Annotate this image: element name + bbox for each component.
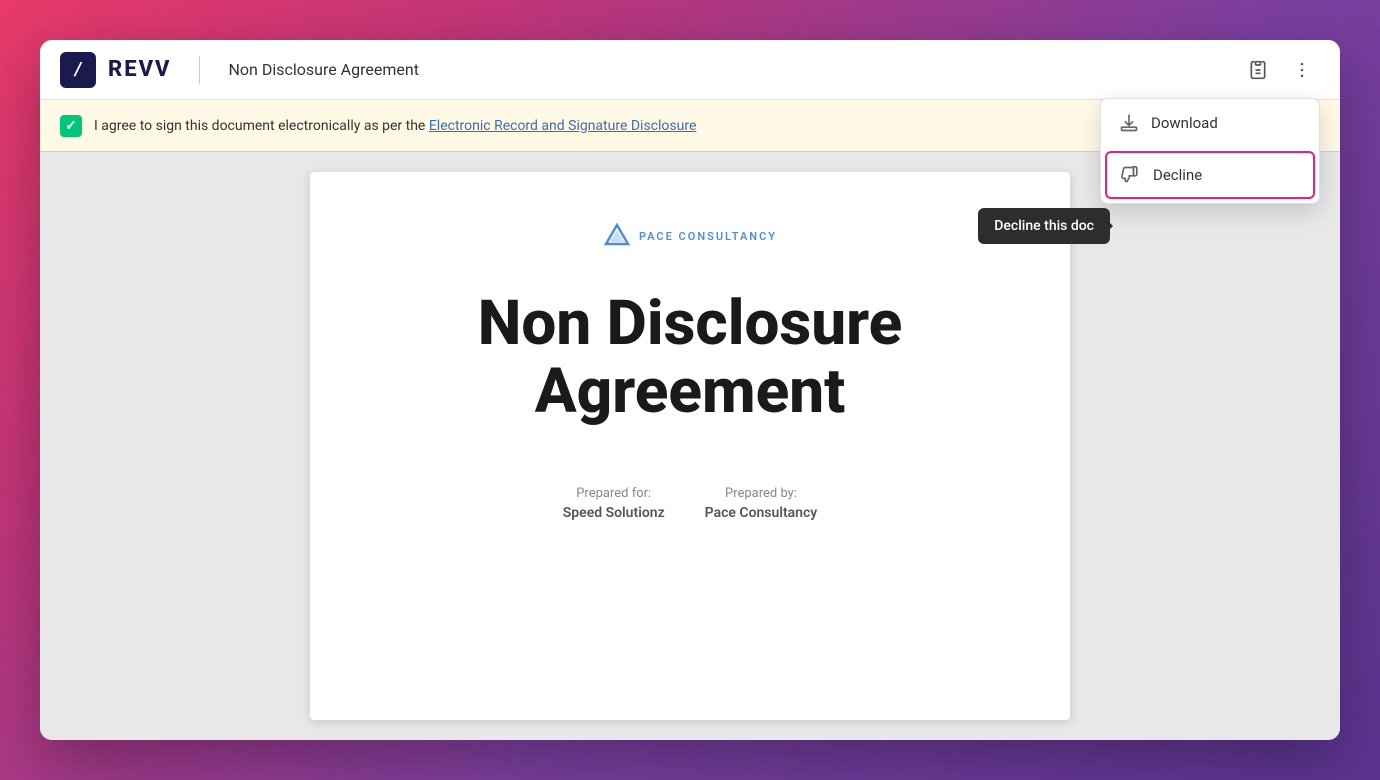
header: / REVV Non Disclosure Agreement	[40, 40, 1340, 100]
main-container: / REVV Non Disclosure Agreement	[40, 40, 1340, 740]
prepared-by-item: Prepared by: Pace Consultancy	[705, 486, 818, 521]
download-menu-item[interactable]: Download	[1101, 99, 1319, 147]
prepared-for-value: Speed Solutionz	[563, 505, 665, 521]
clipboard-icon	[1248, 60, 1268, 80]
agree-checkbox[interactable]	[60, 115, 82, 137]
document-main-title: Non Disclosure Agreement	[478, 290, 902, 426]
download-label: Download	[1151, 114, 1218, 132]
revv-logo-icon: /	[60, 52, 96, 88]
document-title-header: Non Disclosure Agreement	[228, 60, 418, 79]
decline-tooltip: Decline this doc	[978, 208, 1110, 244]
document-area: PACE CONSULTANCY Non Disclosure Agreemen…	[40, 152, 1340, 740]
download-icon	[1119, 113, 1139, 133]
document-page: PACE CONSULTANCY Non Disclosure Agreemen…	[310, 172, 1070, 720]
decline-menu-item[interactable]: Decline	[1105, 151, 1315, 199]
more-dots-icon	[1292, 60, 1312, 80]
document-meta: Prepared for: Speed Solutionz Prepared b…	[563, 486, 818, 521]
prepared-by-label: Prepared by:	[725, 486, 797, 501]
thumbs-down-icon	[1121, 165, 1141, 185]
pace-logo-icon	[603, 222, 631, 250]
revv-logo-text: REVV	[108, 57, 171, 82]
dropdown-menu: Download Decline	[1100, 98, 1320, 204]
prepared-for-item: Prepared for: Speed Solutionz	[563, 486, 665, 521]
company-name: PACE CONSULTANCY	[639, 230, 777, 243]
decline-label: Decline	[1153, 166, 1202, 184]
clipboard-button[interactable]	[1240, 52, 1276, 88]
header-divider	[199, 56, 200, 84]
header-actions	[1240, 52, 1320, 88]
prepared-by-value: Pace Consultancy	[705, 505, 818, 521]
prepared-for-label: Prepared for:	[576, 486, 651, 501]
company-logo-area: PACE CONSULTANCY	[603, 222, 777, 250]
disclosure-link[interactable]: Electronic Record and Signature Disclosu…	[429, 118, 697, 134]
more-options-button[interactable]	[1284, 52, 1320, 88]
logo-area: / REVV Non Disclosure Agreement	[60, 52, 419, 88]
consent-text: I agree to sign this document electronic…	[94, 118, 696, 134]
